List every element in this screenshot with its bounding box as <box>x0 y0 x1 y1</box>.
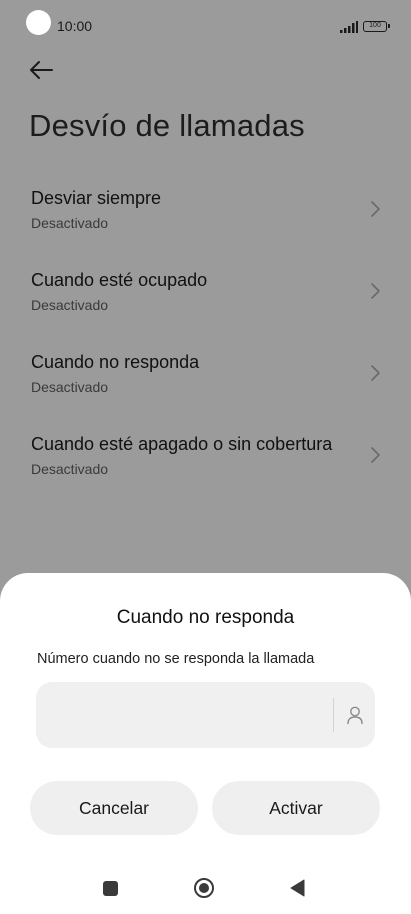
number-field-label: Número cuando no se responda la llamada <box>37 651 315 667</box>
phone-number-input[interactable] <box>48 692 332 740</box>
list-item-always[interactable]: Desviar siempre Desactivado <box>0 180 411 262</box>
contact-person-icon[interactable] <box>346 705 364 725</box>
list-item-status: Desactivado <box>31 215 109 231</box>
chevron-right-icon <box>371 365 380 381</box>
navigation-bar <box>0 860 411 914</box>
list-item-status: Desactivado <box>31 297 109 313</box>
input-divider <box>333 698 334 732</box>
number-input-container <box>36 682 375 748</box>
list-item-unreachable[interactable]: Cuando esté apagado o sin cobertura Desa… <box>0 426 411 508</box>
chevron-right-icon <box>371 447 380 463</box>
activate-button[interactable]: Activar <box>212 781 380 835</box>
recents-icon[interactable] <box>103 881 118 896</box>
list-item-no-answer[interactable]: Cuando no responda Desactivado <box>0 344 411 426</box>
battery-icon: 100 <box>363 21 390 32</box>
signal-icon <box>340 21 358 33</box>
status-bar: 10:00 100 <box>0 0 411 52</box>
list-item-title: Cuando esté ocupado <box>31 270 208 290</box>
list-item-title: Cuando no responda <box>31 352 200 372</box>
chevron-right-icon <box>371 283 380 299</box>
cancel-button[interactable]: Cancelar <box>30 781 198 835</box>
forwarding-options-list: Desviar siempre Desactivado Cuando esté … <box>0 180 411 508</box>
list-item-status: Desactivado <box>31 379 109 395</box>
chevron-right-icon <box>371 201 380 217</box>
list-item-title: Cuando esté apagado o sin cobertura <box>31 434 333 454</box>
status-time: 10:00 <box>57 18 93 34</box>
dialog-title: Cuando no responda <box>116 607 295 628</box>
list-item-status: Desactivado <box>31 461 109 477</box>
nav-back-icon[interactable] <box>289 879 305 897</box>
list-item-busy[interactable]: Cuando esté ocupado Desactivado <box>0 262 411 344</box>
page-title: Desvío de llamadas <box>29 108 305 143</box>
screen: 10:00 100 Desvío de llamadas Desviar sie… <box>0 0 411 914</box>
list-item-title: Desviar siempre <box>31 188 162 208</box>
camera-cutout <box>26 10 51 35</box>
back-arrow-icon[interactable] <box>28 58 54 82</box>
home-icon[interactable] <box>193 877 215 899</box>
